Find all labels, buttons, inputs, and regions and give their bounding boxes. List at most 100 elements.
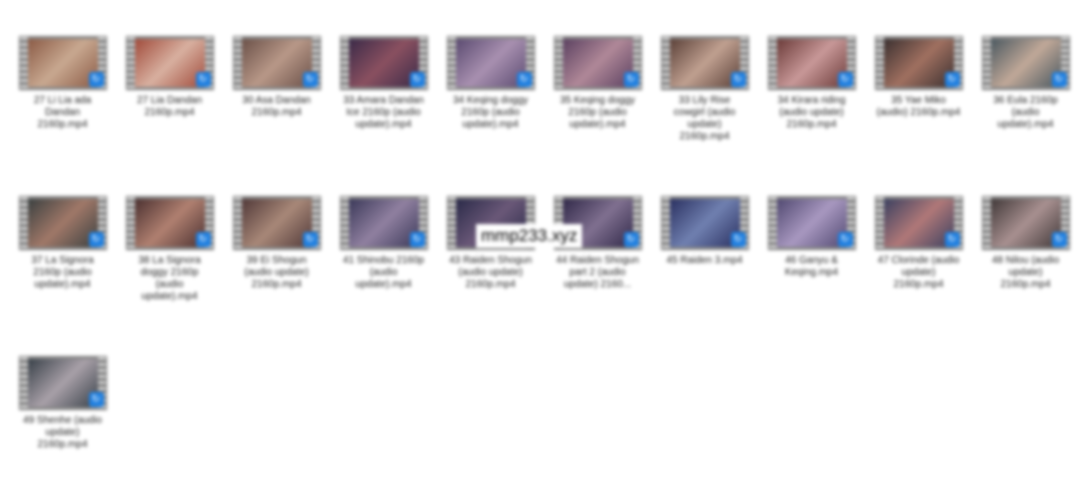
thumbnail-frame <box>27 199 98 247</box>
filmstrip-left <box>19 197 28 249</box>
file-name: 35 Keqing doggy 2160p (audio update).mp4 <box>559 95 636 130</box>
sync-status-icon: ↻ <box>623 72 639 87</box>
file-name: 38 La Signora doggy 2160p (audio update)… <box>138 255 201 302</box>
sync-status-icon: ↻ <box>195 232 211 247</box>
filmstrip-left <box>982 37 991 89</box>
video-thumbnail[interactable]: ↻ <box>981 36 1070 90</box>
file-item[interactable]: ↻ 33 Lily Rise cowgirl (audio update) 216… <box>653 36 756 178</box>
file-item[interactable]: ↻ 37 La Signora 2160p (audio update).mp4 <box>11 196 114 338</box>
file-name: 34 Keqing doggy 2160p (audio update).mp4 <box>452 95 529 130</box>
sync-status-icon: ↻ <box>88 232 104 247</box>
thumbnail-frame <box>990 39 1061 87</box>
video-thumbnail[interactable]: ↻ <box>125 36 214 90</box>
file-item[interactable]: ↻43 Raiden Shogun (audio update) 2160p.m… <box>439 196 542 338</box>
thumbnail-frame <box>27 359 98 407</box>
filmstrip-left <box>875 37 884 89</box>
sync-status-icon: ↻ <box>944 72 960 87</box>
file-item[interactable]: ↻ 39 Ei Shogun (audio update) 2160p.mp4 <box>225 196 328 338</box>
video-thumbnail[interactable]: ↻ <box>18 36 107 90</box>
video-thumbnail[interactable]: ↻ <box>660 36 749 90</box>
filmstrip-left <box>447 197 456 249</box>
filmstrip-left <box>554 37 563 89</box>
video-thumbnail[interactable]: ↻ <box>767 196 856 250</box>
video-thumbnail[interactable]: ↻ <box>767 36 856 90</box>
thumbnail-frame <box>776 39 847 87</box>
file-item[interactable]: ↻ 34 Keqing doggy 2160p (audio update).mp… <box>439 36 542 178</box>
video-thumbnail[interactable]: ↻ <box>339 36 428 90</box>
video-thumbnail[interactable]: ↻ <box>446 36 535 90</box>
sync-status-icon: ↻ <box>195 72 211 87</box>
filmstrip-left <box>126 37 135 89</box>
file-item[interactable]: ↻ 47 Clorinde (audio update) 2160p.mp4 <box>867 196 970 338</box>
file-name: 27 Lia Dandan 2160p.mp4 <box>136 95 203 118</box>
file-item[interactable]: ↻ 44 Raiden Shogun part 2 (audio update) … <box>546 196 649 338</box>
filmstrip-left <box>875 197 884 249</box>
file-name: 45 Raiden 3.mp4 <box>666 255 743 266</box>
sync-status-icon: ↻ <box>409 72 425 87</box>
filmstrip-left <box>233 37 242 89</box>
file-item[interactable]: ↻ 48 Nilou (audio update) 2160p.mp4 <box>974 196 1077 338</box>
file-item[interactable]: ↻ 27 Lia Dandan 2160p.mp4 <box>118 36 221 178</box>
thumbnail-frame <box>669 39 740 87</box>
file-grid: ↻ 27 Li Lia ada Dandan 2160p.mp4 ↻ 27 Lia D… <box>11 36 1071 498</box>
filmstrip-left <box>982 197 991 249</box>
file-item[interactable]: ↻ 36 Eula 2160p (audio update).mp4 <box>974 36 1077 178</box>
sync-status-icon: ↻ <box>623 232 639 247</box>
video-thumbnail[interactable]: ↻ <box>553 36 642 90</box>
thumbnail-frame <box>669 199 740 247</box>
file-item[interactable]: ↻ 33 Amara Dandan Ice 2160p (audio update… <box>332 36 435 178</box>
thumbnail-frame <box>241 39 312 87</box>
sync-status-icon: ↻ <box>837 232 853 247</box>
sync-status-icon: ↻ <box>409 232 425 247</box>
video-thumbnail[interactable]: ↻ <box>18 196 107 250</box>
thumbnail-frame <box>883 199 954 247</box>
video-thumbnail[interactable]: ↻ <box>981 196 1070 250</box>
file-item[interactable]: ↻ 27 Li Lia ada Dandan 2160p.mp4 <box>11 36 114 178</box>
file-name: 30 Asa Dandan 2160p.mp4 <box>242 95 311 118</box>
video-thumbnail[interactable]: ↻ <box>232 196 321 250</box>
file-item[interactable]: ↻ 30 Asa Dandan 2160p.mp4 <box>225 36 328 178</box>
thumbnail-frame <box>883 39 954 87</box>
sync-status-icon: ↻ <box>730 232 746 247</box>
thumbnail-frame <box>348 39 419 87</box>
filmstrip-left <box>340 197 349 249</box>
thumbnail-frame <box>134 199 205 247</box>
sync-status-icon: ↻ <box>516 72 532 87</box>
file-item[interactable]: ↻ 41 Shinobu 2160p (audio update).mp4 <box>332 196 435 338</box>
file-item[interactable]: ↻ 35 Yae Miko (audio) 2160p.mp4 <box>867 36 970 178</box>
file-name: 39 Ei Shogun (audio update) 2160p.mp4 <box>244 255 309 290</box>
video-thumbnail[interactable]: ↻ <box>232 36 321 90</box>
file-name: 33 Lily Rise cowgirl (audio update) 2160… <box>673 95 736 142</box>
file-item[interactable]: ↻ 46 Ganyu & Keqing.mp4 <box>760 196 863 338</box>
thumbnail-frame <box>241 199 312 247</box>
video-thumbnail[interactable]: ↻ <box>874 36 963 90</box>
video-thumbnail[interactable]: ↻ <box>874 196 963 250</box>
thumbnail-frame <box>776 199 847 247</box>
file-item[interactable]: ↻ 38 La Signora doggy 2160p (audio update… <box>118 196 221 338</box>
file-item[interactable]: ↻ 35 Keqing doggy 2160p (audio update).mp… <box>546 36 649 178</box>
filmstrip-left <box>126 197 135 249</box>
thumbnail-frame <box>134 39 205 87</box>
file-item[interactable]: ↻ 49 Shenhe (audio update) 2160p.mp4 <box>11 356 114 498</box>
thumbnail-frame <box>455 39 526 87</box>
thumbnail-frame <box>990 199 1061 247</box>
file-item[interactable]: ↻ 34 Kirara riding (audio update) 2160p.m… <box>760 36 863 178</box>
sync-status-icon: ↻ <box>944 232 960 247</box>
video-thumbnail[interactable]: ↻ <box>18 356 107 410</box>
file-name: 46 Ganyu & Keqing.mp4 <box>784 255 839 278</box>
file-item[interactable]: ↻ 45 Raiden 3.mp4 <box>653 196 756 338</box>
sync-status-icon: ↻ <box>88 392 104 407</box>
filmstrip-left <box>661 37 670 89</box>
filmstrip-left <box>661 197 670 249</box>
file-name: 48 Nilou (audio update) 2160p.mp4 <box>991 255 1060 290</box>
file-name: 36 Eula 2160p (audio update).mp4 <box>993 95 1058 130</box>
filmstrip-left <box>19 37 28 89</box>
file-name: 41 Shinobu 2160p (audio update).mp4 <box>342 255 425 290</box>
file-name: 47 Clorinde (audio update) 2160p.mp4 <box>877 255 960 290</box>
video-thumbnail[interactable]: ↻ <box>339 196 428 250</box>
sync-status-icon: ↻ <box>302 72 318 87</box>
video-thumbnail[interactable]: ↻ <box>660 196 749 250</box>
filmstrip-left <box>233 197 242 249</box>
video-thumbnail[interactable]: ↻ <box>125 196 214 250</box>
file-name: 33 Amara Dandan Ice 2160p (audio update)… <box>343 95 424 130</box>
